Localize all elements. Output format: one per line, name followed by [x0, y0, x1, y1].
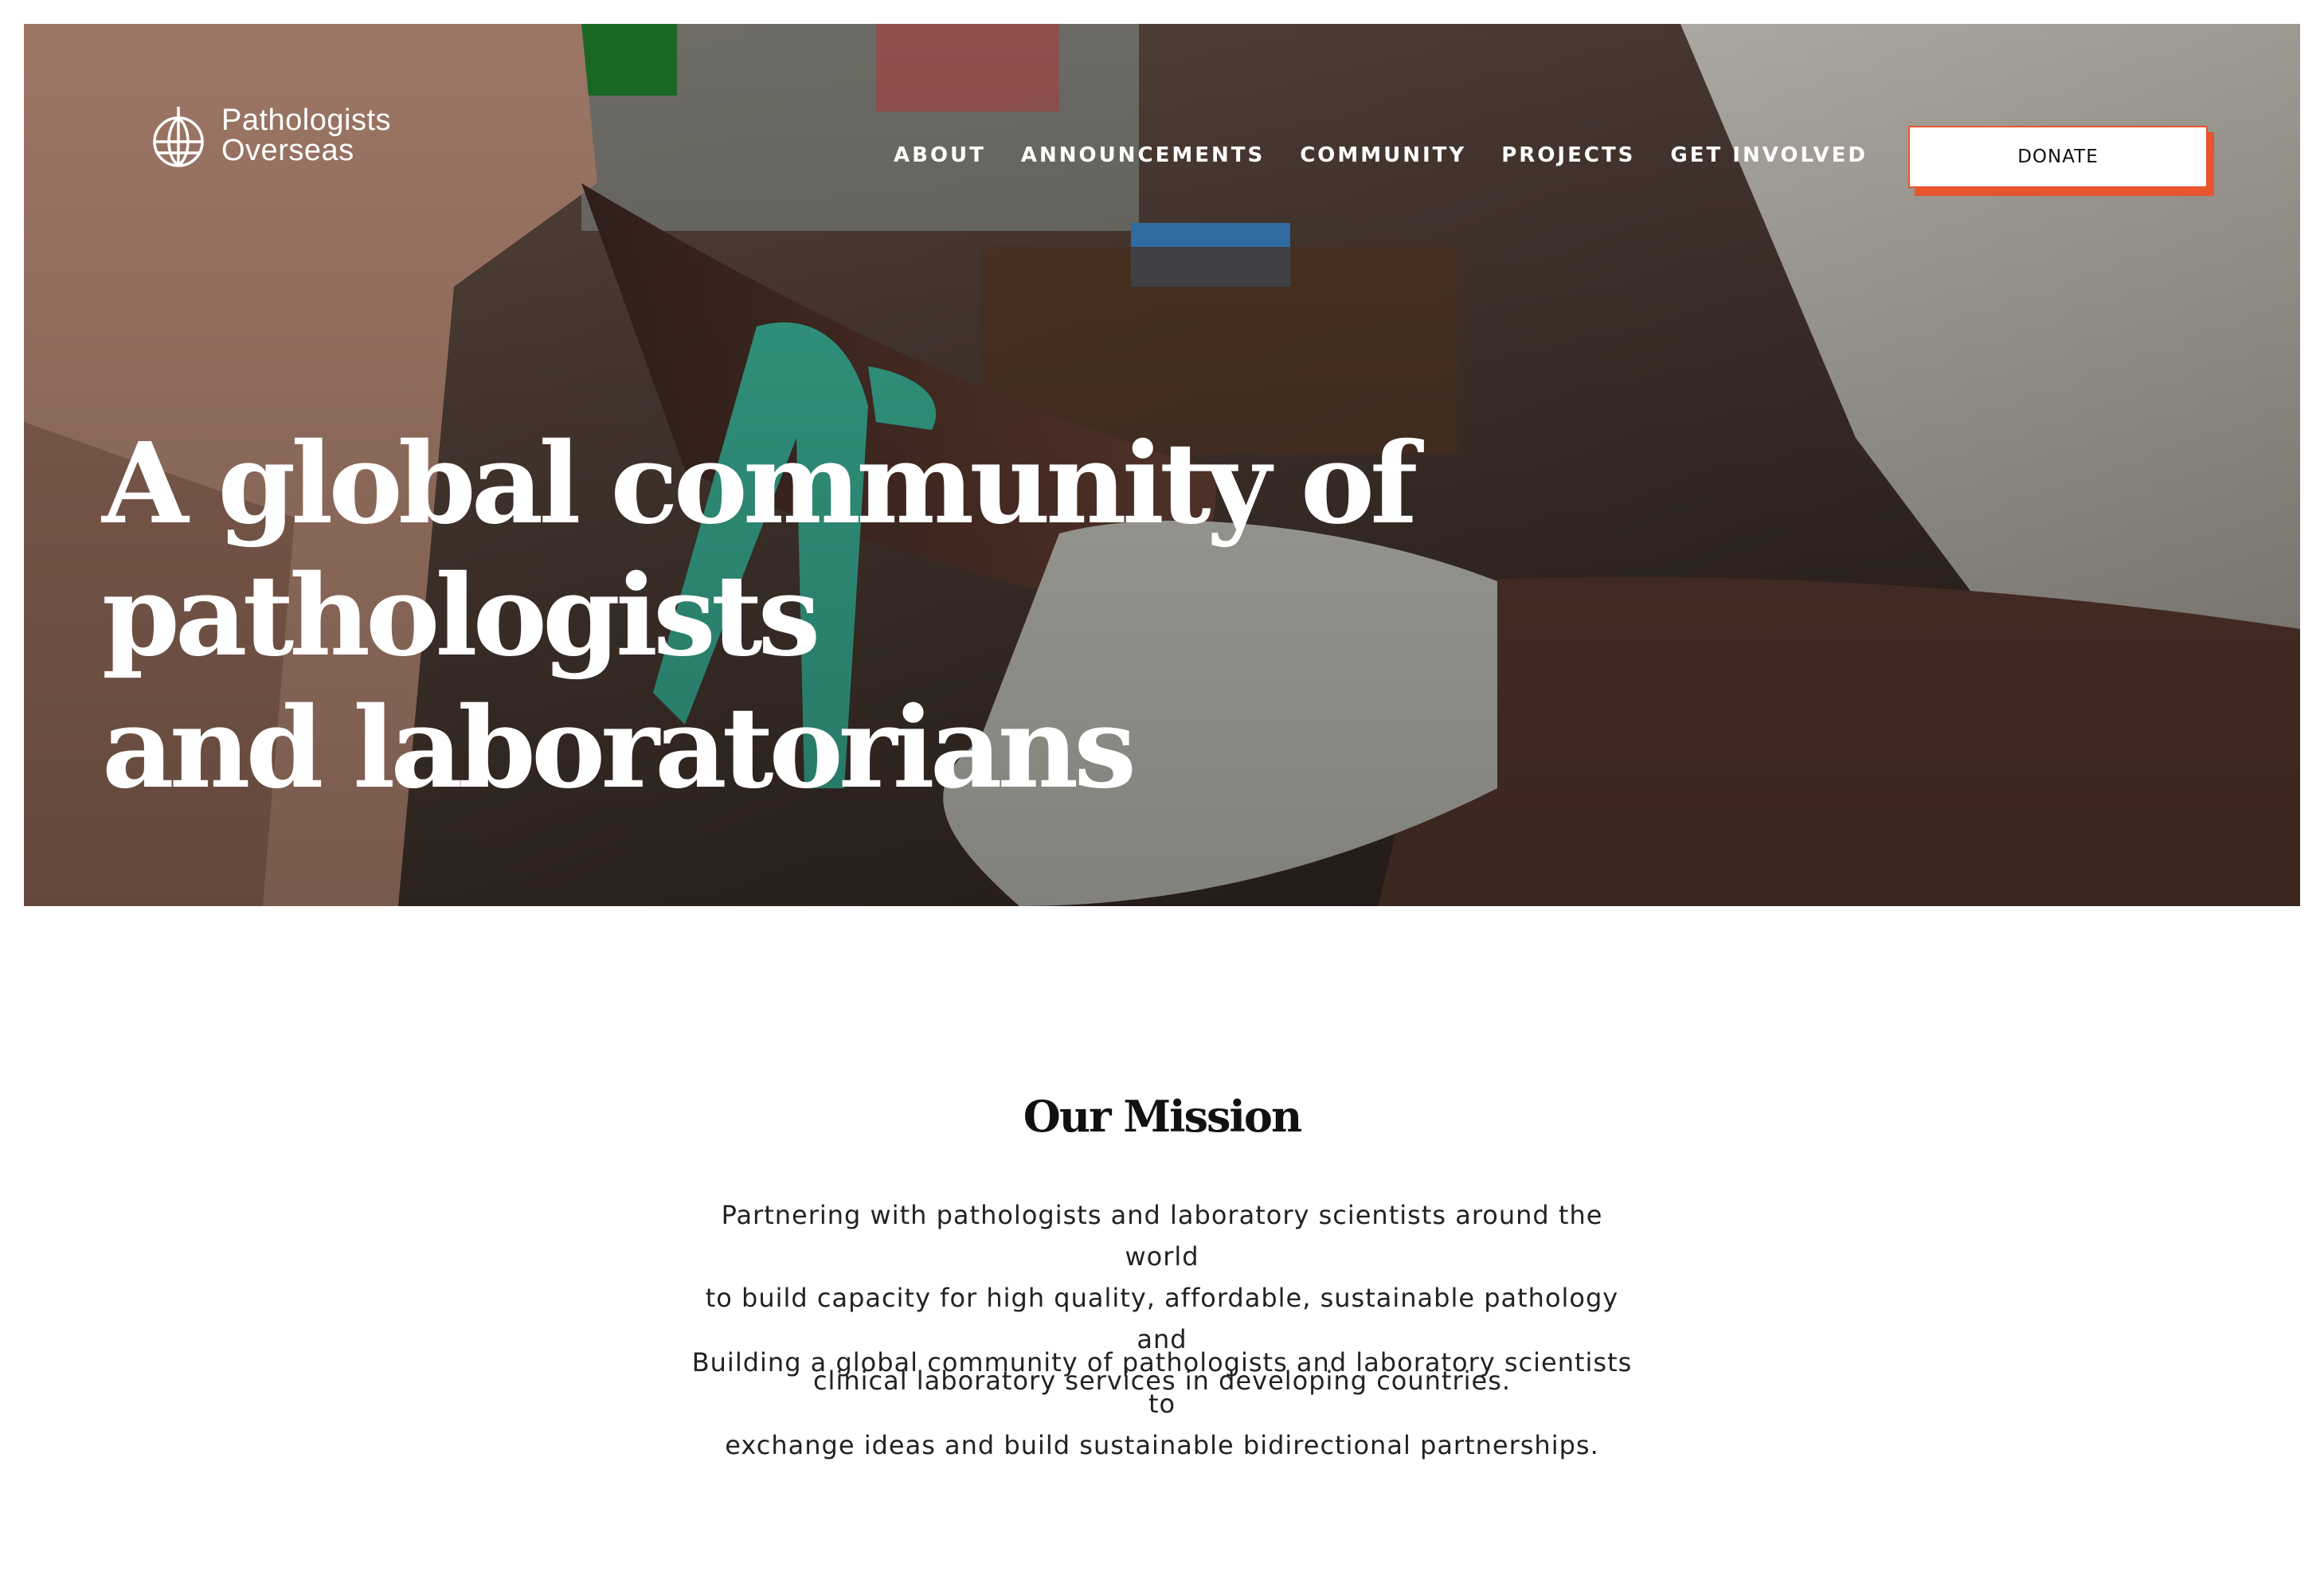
mission-paragraph-1-line1: Partnering with pathologists and laborat… [721, 1200, 1603, 1272]
nav-get-involved[interactable]: GET INVOLVED [1670, 143, 1868, 167]
mission-paragraph-2-line2: exchange ideas and build sustainable bid… [725, 1430, 1599, 1460]
nav-announcements[interactable]: ANNOUNCEMENTS [1021, 143, 1265, 167]
main-nav: ABOUT ANNOUNCEMENTS COMMUNITY PROJECTS G… [894, 143, 1868, 167]
nav-community[interactable]: COMMUNITY [1300, 143, 1466, 167]
page: Pathologists Overseas ABOUT ANNOUNCEMENT… [0, 0, 2324, 1571]
globe-logo-icon [153, 107, 204, 167]
mission-paragraph-2-line1: Building a global community of pathologi… [691, 1347, 1633, 1419]
donate-button[interactable]: DONATE [1908, 126, 2208, 188]
mission-paragraph-2: Building a global community of pathologi… [684, 1342, 1640, 1466]
hero-section: Pathologists Overseas ABOUT ANNOUNCEMENT… [24, 24, 2300, 906]
donate-button-wrap: DONATE [1908, 126, 2214, 196]
brand-name-line2: Overseas [221, 134, 354, 167]
hero-title-line2: and laboratorians [102, 683, 1137, 814]
nav-about[interactable]: ABOUT [894, 143, 986, 167]
hero-title: A global community of pathologists and l… [102, 418, 1934, 815]
nav-projects[interactable]: PROJECTS [1501, 143, 1635, 167]
brand-logo[interactable]: Pathologists Overseas [148, 104, 391, 167]
mission-title: Our Mission [1023, 1091, 1302, 1142]
brand-name: Pathologists Overseas [221, 105, 391, 166]
brand-name-line1: Pathologists [221, 104, 392, 137]
hero-title-line1: A global community of pathologists [102, 419, 1418, 682]
